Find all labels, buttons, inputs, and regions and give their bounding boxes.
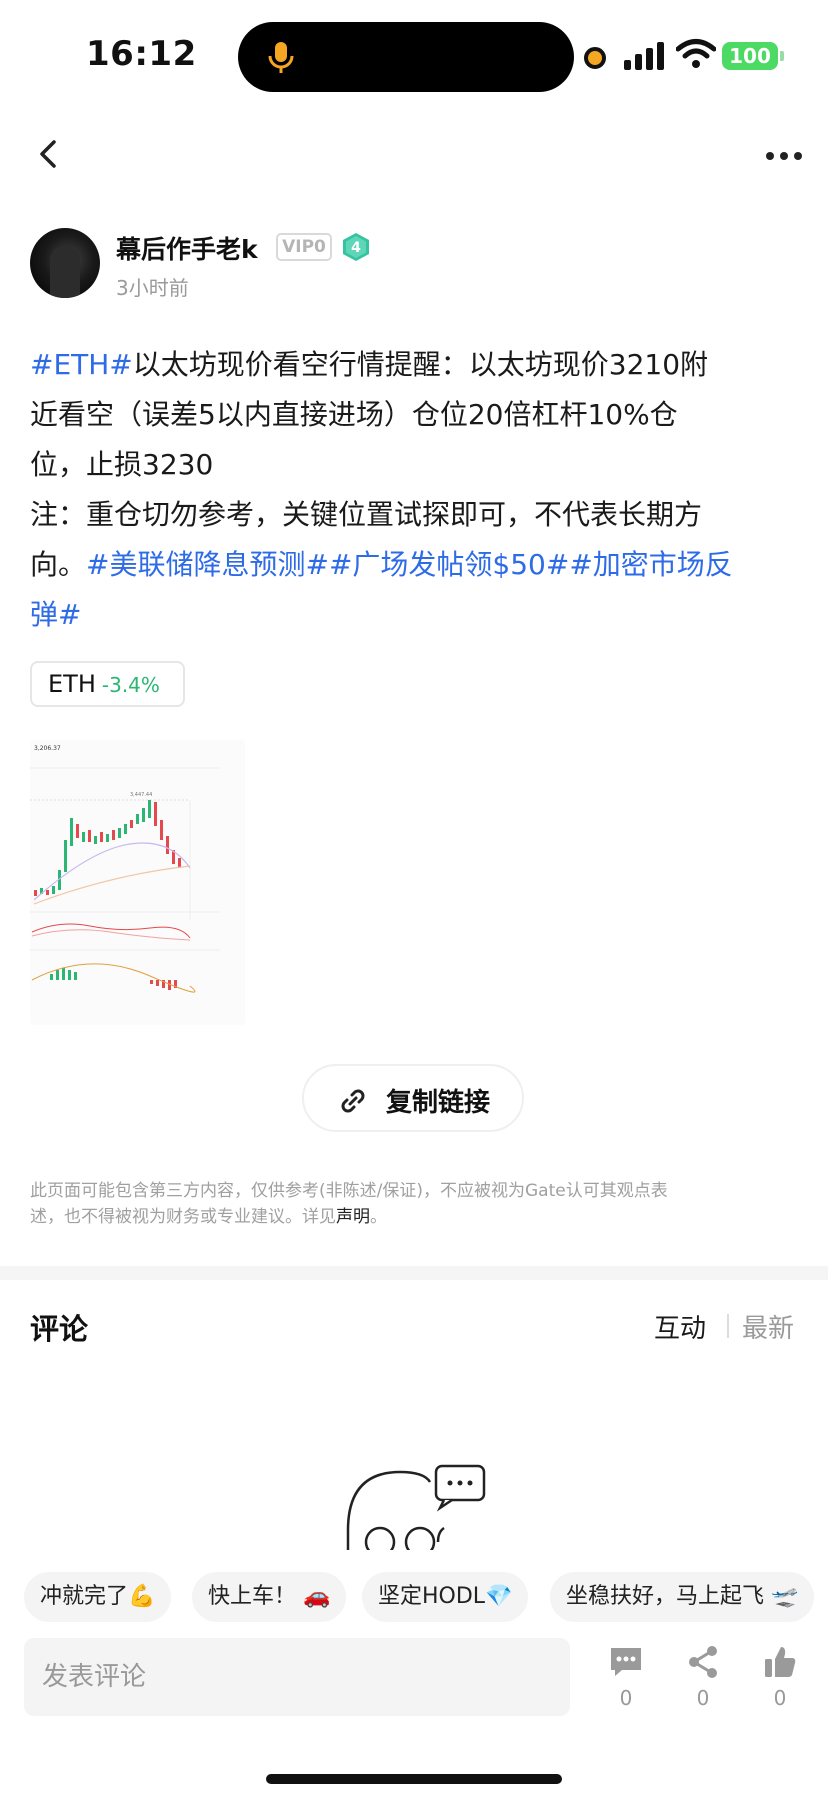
share-icon [689, 1646, 717, 1678]
wifi-icon [676, 39, 716, 68]
chart-image-drawing: 3,206.37 3,447.44 [30, 740, 245, 1025]
share-count: 0 [696, 1686, 710, 1710]
sort-latest-tab[interactable]: 最新 [742, 1308, 794, 1345]
comment-count: 0 [619, 1686, 633, 1710]
post-line: #ETH#以太坊现价看空行情提醒：以太坊现价3210附 [30, 340, 800, 390]
sort-interactive-tab[interactable]: 互动 [654, 1308, 706, 1345]
copy-link-label: 复制链接 [386, 1088, 491, 1118]
bottom-bar: 发表评论 0 0 0 [0, 1634, 828, 1795]
link-icon [341, 1089, 365, 1113]
mic-icon [268, 42, 294, 73]
comment-action[interactable]: 0 [598, 1644, 654, 1710]
share-action[interactable]: 0 [675, 1644, 731, 1710]
hashtag-link[interactable]: #美联储降息预测# [86, 548, 329, 581]
quick-reply-chip[interactable]: 冲就完了💪 [24, 1572, 172, 1622]
status-bar: 16:12 100 [0, 0, 828, 110]
home-indicator [266, 1774, 562, 1784]
chart-high-label: 3,447.44 [130, 792, 152, 798]
level-number: 4 [351, 240, 361, 256]
like-icon [765, 1647, 796, 1677]
copy-link-button[interactable]: 复制链接 [302, 1064, 524, 1132]
like-action[interactable]: 0 [752, 1644, 808, 1710]
signal-icon [624, 42, 664, 70]
post-line: 位，止损3230 [30, 448, 214, 481]
hashtag-link[interactable]: #广场发帖领$50# [329, 548, 569, 581]
post-text: 以太坊现价看空行情提醒：以太坊现价3210附 [132, 348, 709, 381]
back-icon[interactable] [30, 134, 70, 174]
author-name[interactable]: 幕后作手老k [116, 230, 258, 266]
chart-price-label: 3,206.37 [34, 745, 61, 752]
avatar-figure [50, 246, 80, 298]
avatar[interactable] [30, 228, 100, 298]
quick-reply-chip[interactable]: 坐稳扶好，马上起飞 🛫 [550, 1572, 815, 1622]
hashtag-link[interactable]: 弹# [30, 598, 81, 631]
sort-separator [727, 1314, 729, 1338]
recording-indicator [584, 47, 606, 69]
battery-indicator: 100 [722, 42, 778, 70]
vip-badge: VIP0 [276, 233, 332, 261]
statement-link[interactable]: 声明 [336, 1207, 370, 1227]
disclaimer-text: 此页面可能包含第三方内容，仅供参考(非陈述/保证)，不应被视为Gate认可其观点… [30, 1181, 668, 1201]
comments-title: 评论 [30, 1312, 89, 1346]
hashtag-link[interactable]: #加密市场反 [569, 548, 732, 581]
chart-image[interactable]: 3,206.37 3,447.44 [30, 740, 245, 1025]
hashtag-link[interactable]: #ETH# [30, 348, 133, 381]
quick-reply-chip[interactable]: 坚定HODL💎 [362, 1572, 529, 1622]
quick-reply-chip[interactable]: 快上车！ 🚗 [192, 1572, 347, 1622]
disclaimer-end: 。 [370, 1207, 387, 1227]
more-icon[interactable] [764, 146, 804, 166]
disclaimer: 此页面可能包含第三方内容，仅供参考(非陈述/保证)，不应被视为Gate认可其观点… [30, 1178, 800, 1230]
empty-comments-illustration [346, 1464, 486, 1550]
coin-chip[interactable]: ETH -3.4% [30, 661, 185, 707]
section-divider [0, 1266, 828, 1280]
post-line: 近看空（误差5以内直接进场）仓位20倍杠杆10%仓 [30, 398, 678, 431]
post-time: 3小时前 [116, 276, 189, 300]
dynamic-island [238, 22, 574, 92]
quick-reply-bar: 冲就完了💪 快上车！ 🚗 坚定HODL💎 坐稳扶好，马上起飞 🛫 [0, 1558, 828, 1634]
like-count: 0 [773, 1686, 787, 1710]
coin-change: -3.4% [101, 673, 160, 697]
battery-tip [780, 51, 784, 61]
post-text: 向。 [30, 548, 87, 581]
level-icon: 4 [343, 233, 369, 261]
comment-input[interactable]: 发表评论 [24, 1638, 570, 1716]
coin-symbol: ETH [48, 670, 96, 698]
post-line: 弹# [30, 590, 800, 640]
post-content: #ETH#以太坊现价看空行情提醒：以太坊现价3210附 近看空（误差5以内直接进… [30, 340, 800, 640]
comment-icon [611, 1648, 641, 1676]
disclaimer-text: 述，也不得被视为财务或专业建议。详见 [30, 1207, 336, 1227]
status-time: 16:12 [86, 34, 197, 74]
post-line: 注：重仓切勿参考，关键位置试探即可，不代表长期方 [30, 498, 703, 531]
post-line: 向。#美联储降息预测##广场发帖领$50##加密市场反 [30, 540, 800, 590]
